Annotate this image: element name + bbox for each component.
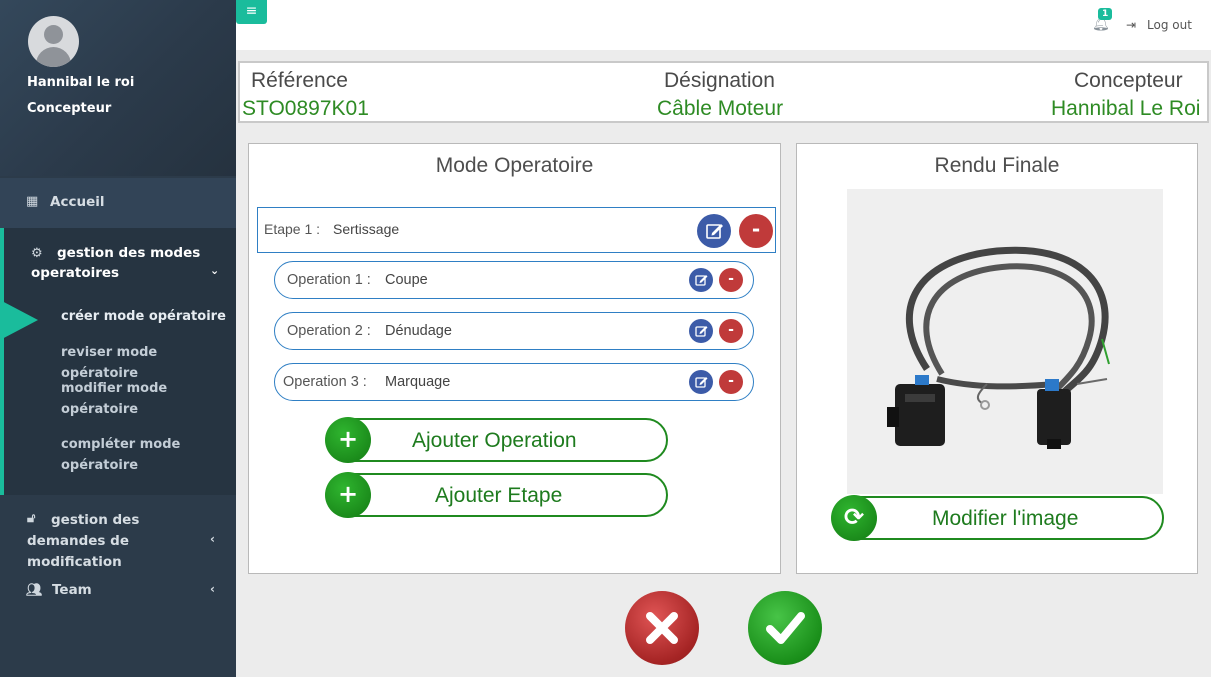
cancel-button[interactable] (625, 591, 699, 665)
operation-row[interactable]: Operation 2 : Dénudage - (274, 312, 754, 350)
rendu-finale-panel: Rendu Finale ⟳ Modifier l'image (796, 143, 1198, 574)
sidebar-item-team[interactable]: 👥︎ Team ‹ (0, 582, 236, 612)
edit-operation-button[interactable] (689, 370, 713, 394)
chevron-down-icon[interactable]: ⌄ (210, 264, 219, 277)
delete-operation-button[interactable]: - (719, 319, 743, 343)
panel-title: Rendu Finale (934, 154, 1060, 177)
operation-label: Operation 1 : (287, 272, 371, 288)
modify-image-label: Modifier l'image (932, 507, 1079, 530)
avatar[interactable] (28, 16, 79, 67)
sign-out-icon[interactable]: ⇥ (1126, 18, 1136, 32)
etape-label: Etape 1 : (264, 221, 321, 237)
reference-value: STO0897K01 (242, 97, 369, 120)
operation-value: Dénudage (385, 323, 452, 339)
info-header: Référence STO0897K01 Désignation Câble M… (238, 61, 1209, 123)
menu-toggle-button[interactable]: ≡ (236, 0, 267, 24)
sidebar-item-gestion-modes[interactable]: ⚙ gestion des modes operatoires ⌄ créer … (0, 228, 236, 495)
logout-link[interactable]: Log out (1147, 18, 1192, 32)
operation-row[interactable]: Operation 3 : Marquage - (274, 363, 754, 401)
reference-label: Référence (251, 69, 348, 92)
profile-panel: Hannibal le roi Concepteur (0, 0, 236, 176)
dashboard-icon: ▦ (26, 194, 39, 209)
confirm-button[interactable] (748, 591, 822, 665)
submenu-modifier[interactable]: modifier mode opératoire (61, 378, 236, 420)
plus-icon: + (325, 417, 371, 463)
product-image (847, 189, 1163, 494)
sidebar: Hannibal le roi Concepteur ▦ Accueil ⚙ g… (0, 0, 236, 677)
modify-image-button[interactable]: ⟳ Modifier l'image (831, 495, 1164, 541)
add-etape-button[interactable]: + Ajouter Etape (325, 472, 668, 518)
operation-label: Operation 2 : (287, 323, 371, 339)
delete-etape-button[interactable]: - (739, 214, 773, 248)
operation-value: Coupe (385, 272, 428, 288)
chevron-left-icon[interactable]: ‹ (210, 532, 215, 546)
sidebar-item-label: gestion des demandes de modification (27, 512, 140, 570)
delete-operation-button[interactable]: - (719, 370, 743, 394)
operation-label: Operation 3 : (283, 374, 367, 390)
sidebar-item-accueil[interactable]: ▦ Accueil (0, 178, 236, 228)
notification-badge: 1 (1098, 8, 1113, 20)
submenu-creer[interactable]: créer mode opératoire (61, 306, 236, 327)
sidebar-item-label: gestion des modes operatoires (31, 245, 201, 281)
operation-row[interactable]: Operation 1 : Coupe - (274, 261, 754, 299)
top-bar: ≡ 🔔︎ 1 ⇥ Log out (236, 0, 1211, 50)
sidebar-item-label: Accueil (50, 194, 105, 210)
close-icon (646, 612, 678, 644)
operation-value: Marquage (385, 374, 451, 390)
edit-operation-button[interactable] (689, 268, 713, 292)
profile-name: Hannibal le roi (27, 75, 135, 90)
designation-value: Câble Moteur (657, 97, 784, 120)
chevron-left-icon[interactable]: ‹ (210, 582, 215, 596)
edit-icon (695, 275, 708, 286)
delete-operation-button[interactable]: - (719, 268, 743, 292)
designation-label: Désignation (664, 69, 775, 92)
sidebar-item-label: Team (52, 582, 92, 598)
profile-role: Concepteur (27, 101, 112, 116)
refresh-icon: ⟳ (831, 495, 877, 541)
concepteur-value: Hannibal Le Roi (1051, 97, 1201, 120)
edit-operation-button[interactable] (689, 319, 713, 343)
concepteur-label: Concepteur (1074, 69, 1183, 92)
edit-icon (695, 377, 708, 388)
plus-icon: + (325, 472, 371, 518)
active-pointer-icon (0, 300, 38, 340)
add-operation-button[interactable]: + Ajouter Operation (325, 417, 668, 463)
add-operation-label: Ajouter Operation (412, 429, 577, 452)
sidebar-item-demandes[interactable]: 🔓︎ gestion des demandes de modification … (0, 510, 236, 570)
edit-etape-button[interactable] (697, 214, 731, 248)
mode-operatoire-panel: Mode Operatoire Etape 1 : Sertissage - O… (248, 143, 781, 574)
panel-title: Mode Operatoire (435, 154, 594, 177)
etape-value: Sertissage (333, 221, 400, 237)
etape-row[interactable]: Etape 1 : Sertissage - (257, 207, 776, 253)
submenu-completer[interactable]: compléter mode opératoire (61, 434, 236, 476)
add-etape-label: Ajouter Etape (435, 484, 563, 507)
check-icon (766, 612, 805, 644)
edit-icon (706, 224, 723, 239)
users-icon: 👥︎ (26, 583, 43, 598)
edit-icon (695, 326, 708, 337)
